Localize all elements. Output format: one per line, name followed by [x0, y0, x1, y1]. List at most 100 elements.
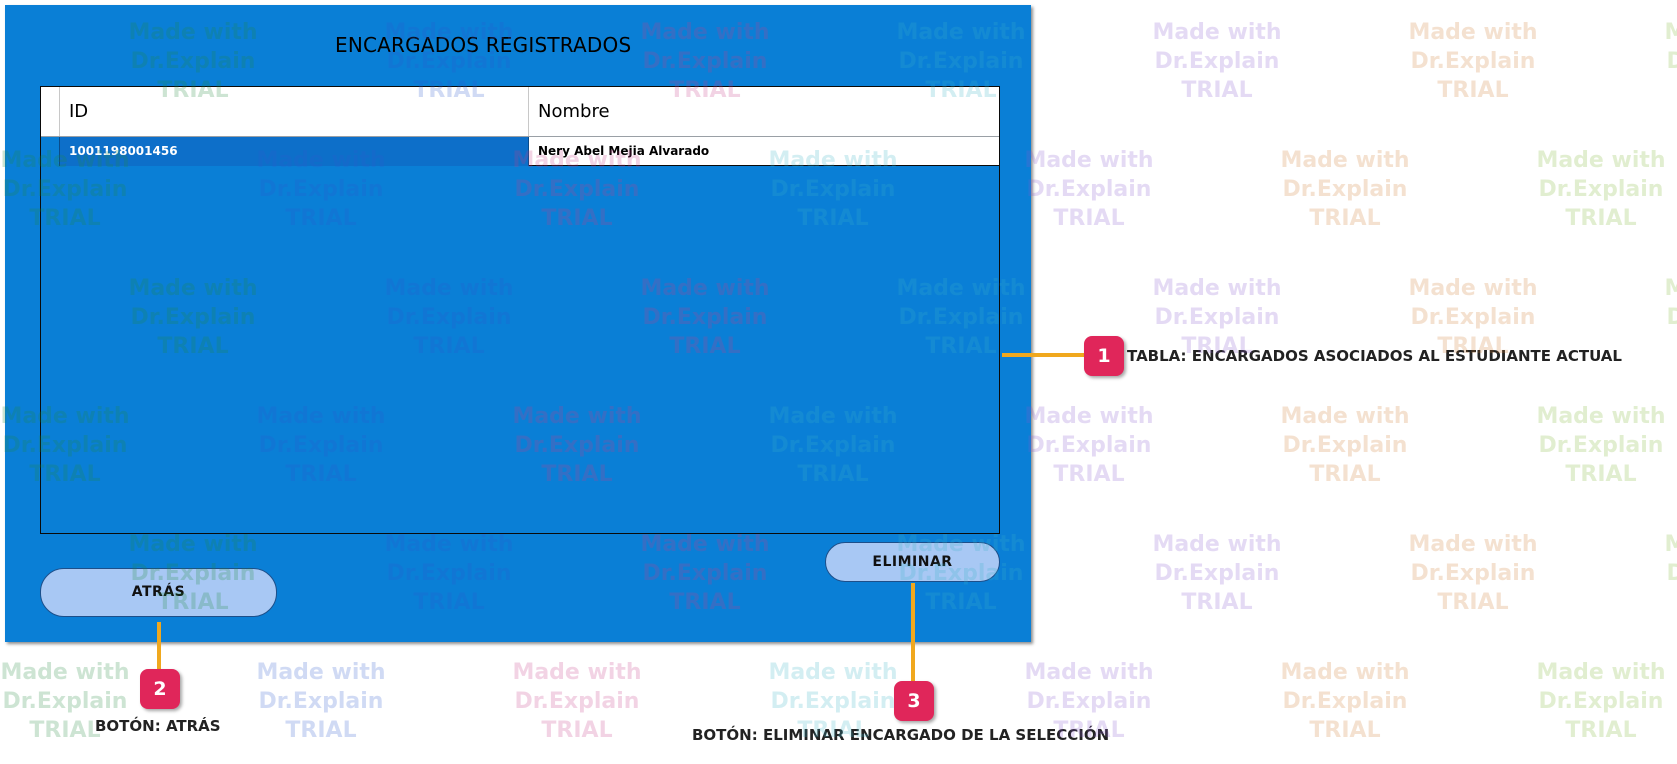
- watermark-text: Dr.Explain: [1026, 433, 1152, 458]
- table-header: ID Nombre: [41, 87, 999, 137]
- watermark-text: Made with: [1152, 276, 1282, 301]
- watermark-text: TRIAL: [1309, 718, 1381, 743]
- watermark-text: TRIAL: [285, 718, 357, 743]
- watermark-text: Dr.Explain: [1154, 561, 1280, 586]
- watermark-text: TRIAL: [1664, 76, 1677, 105]
- delete-button[interactable]: ELIMINAR: [825, 542, 1000, 582]
- watermark-text: Made with: [1536, 404, 1666, 429]
- watermark-text: Dr.Explain: [1410, 49, 1536, 74]
- watermark-text: Made with: [1664, 276, 1677, 301]
- app-window: ENCARGADOS REGISTRADOS ID Nombre 1001198…: [5, 5, 1031, 642]
- callout-2-text: BOTÓN: ATRÁS: [95, 717, 221, 735]
- watermark-tile: Made with Dr.Explain TRIAL: [1536, 146, 1666, 233]
- watermark-tile: Made with Dr.Explain TRIAL: [1664, 18, 1677, 105]
- watermark-text: Dr.Explain: [1538, 177, 1664, 202]
- watermark-text: Dr.Explain: [1026, 689, 1152, 714]
- watermark-text: Made with: [1664, 532, 1677, 557]
- callout-1-text: TABLA: ENCARGADOS ASOCIADOS AL ESTUDIANT…: [1127, 347, 1622, 365]
- watermark-text: Dr.Explain: [1026, 177, 1152, 202]
- watermark-text: TRIAL: [1664, 332, 1677, 361]
- callout-1-badge: 1: [1084, 336, 1124, 376]
- watermark-text: Dr.Explain: [1154, 305, 1280, 330]
- watermark-tile: Made with Dr.Explain TRIAL: [1536, 658, 1666, 745]
- cell-nombre[interactable]: Nery Abel Mejia Alvarado: [529, 137, 999, 166]
- watermark-text: Made with: [1280, 148, 1410, 173]
- watermark-text: Dr.Explain: [1282, 177, 1408, 202]
- table-row[interactable]: 1001198001456 Nery Abel Mejia Alvarado: [41, 137, 999, 166]
- watermark-tile: Made with Dr.Explain TRIAL: [1280, 402, 1410, 489]
- watermark-text: Made with: [1408, 532, 1538, 557]
- watermark-tile: Made with Dr.Explain TRIAL: [1664, 530, 1677, 617]
- watermark-text: Dr.Explain: [1410, 305, 1536, 330]
- watermark-tile: Made with Dr.Explain TRIAL: [1280, 146, 1410, 233]
- watermark-text: Made with: [1536, 660, 1666, 685]
- callout-3-badge: 3: [894, 681, 934, 721]
- watermark-text: Made with: [1024, 660, 1154, 685]
- watermark-text: TRIAL: [1053, 462, 1125, 487]
- encargados-table[interactable]: ID Nombre 1001198001456 Nery Abel Mejia …: [40, 86, 1000, 534]
- callout-1-connector: [1002, 353, 1086, 357]
- watermark-text: TRIAL: [1565, 462, 1637, 487]
- watermark-text: Made with: [1280, 660, 1410, 685]
- watermark-text: Dr.Explain: [1666, 561, 1677, 586]
- back-button[interactable]: ATRÁS: [40, 568, 277, 617]
- watermark-text: Dr.Explain: [258, 689, 384, 714]
- callout-3-connector: [911, 583, 915, 683]
- watermark-text: Made with: [1664, 20, 1677, 45]
- watermark-text: TRIAL: [1565, 718, 1637, 743]
- watermark-text: Dr.Explain: [1282, 689, 1408, 714]
- watermark-text: Made with: [1280, 404, 1410, 429]
- watermark-tile: Made with Dr.Explain TRIAL: [1536, 402, 1666, 489]
- watermark-text: Dr.Explain: [1154, 49, 1280, 74]
- callout-3-text: BOTÓN: ELIMINAR ENCARGADO DE LA SELECCIÓ…: [692, 726, 1110, 744]
- watermark-text: Made with: [1024, 404, 1154, 429]
- watermark-text: TRIAL: [1437, 590, 1509, 615]
- row-selector[interactable]: [41, 137, 60, 166]
- watermark-text: Dr.Explain: [1666, 305, 1677, 330]
- watermark-text: Dr.Explain: [1666, 49, 1677, 74]
- watermark-text: Made with: [1024, 148, 1154, 173]
- column-header-nombre[interactable]: Nombre: [529, 87, 999, 136]
- watermark-text: TRIAL: [1181, 78, 1253, 103]
- watermark-text: Made with: [768, 660, 898, 685]
- watermark-tile: Made with Dr.Explain TRIAL: [1024, 146, 1154, 233]
- row-header-stub: [41, 87, 60, 136]
- watermark-tile: Made with Dr.Explain TRIAL: [512, 658, 642, 745]
- watermark-text: TRIAL: [1437, 78, 1509, 103]
- watermark-tile: Made with Dr.Explain TRIAL: [1408, 18, 1538, 105]
- watermark-text: Made with: [1152, 532, 1282, 557]
- watermark-text: Made with: [1408, 20, 1538, 45]
- watermark-tile: Made with Dr.Explain TRIAL: [1280, 658, 1410, 745]
- watermark-text: Made with: [1408, 276, 1538, 301]
- watermark-text: Dr.Explain: [1538, 689, 1664, 714]
- watermark-text: Made with: [256, 660, 386, 685]
- watermark-text: TRIAL: [1664, 588, 1677, 617]
- callout-2-connector: [157, 622, 161, 672]
- watermark-text: Made with: [0, 660, 130, 685]
- watermark-tile: Made with Dr.Explain TRIAL: [1024, 402, 1154, 489]
- watermark-text: Made with: [512, 660, 642, 685]
- watermark-text: Dr.Explain: [1538, 433, 1664, 458]
- callout-2-badge: 2: [140, 669, 180, 709]
- cell-id[interactable]: 1001198001456: [60, 137, 529, 166]
- watermark-text: TRIAL: [1309, 206, 1381, 231]
- watermark-text: TRIAL: [1181, 590, 1253, 615]
- watermark-tile: Made with Dr.Explain TRIAL: [256, 658, 386, 745]
- watermark-tile: Made with Dr.Explain TRIAL: [1152, 530, 1282, 617]
- watermark-text: TRIAL: [1565, 206, 1637, 231]
- watermark-text: TRIAL: [541, 718, 613, 743]
- watermark-text: Dr.Explain: [1282, 433, 1408, 458]
- watermark-tile: Made with Dr.Explain TRIAL: [1664, 274, 1677, 361]
- window-title: ENCARGADOS REGISTRADOS: [335, 33, 632, 57]
- watermark-text: TRIAL: [1309, 462, 1381, 487]
- watermark-tile: Made with Dr.Explain TRIAL: [1408, 530, 1538, 617]
- watermark-text: Made with: [1536, 148, 1666, 173]
- watermark-text: Dr.Explain: [514, 689, 640, 714]
- watermark-text: Dr.Explain: [1410, 561, 1536, 586]
- watermark-text: Dr.Explain: [770, 689, 896, 714]
- watermark-text: TRIAL: [1053, 206, 1125, 231]
- documentation-page: ENCARGADOS REGISTRADOS ID Nombre 1001198…: [0, 0, 1677, 764]
- watermark-text: Made with: [1152, 20, 1282, 45]
- column-header-id[interactable]: ID: [60, 87, 529, 136]
- watermark-tile: Made with Dr.Explain TRIAL: [1152, 18, 1282, 105]
